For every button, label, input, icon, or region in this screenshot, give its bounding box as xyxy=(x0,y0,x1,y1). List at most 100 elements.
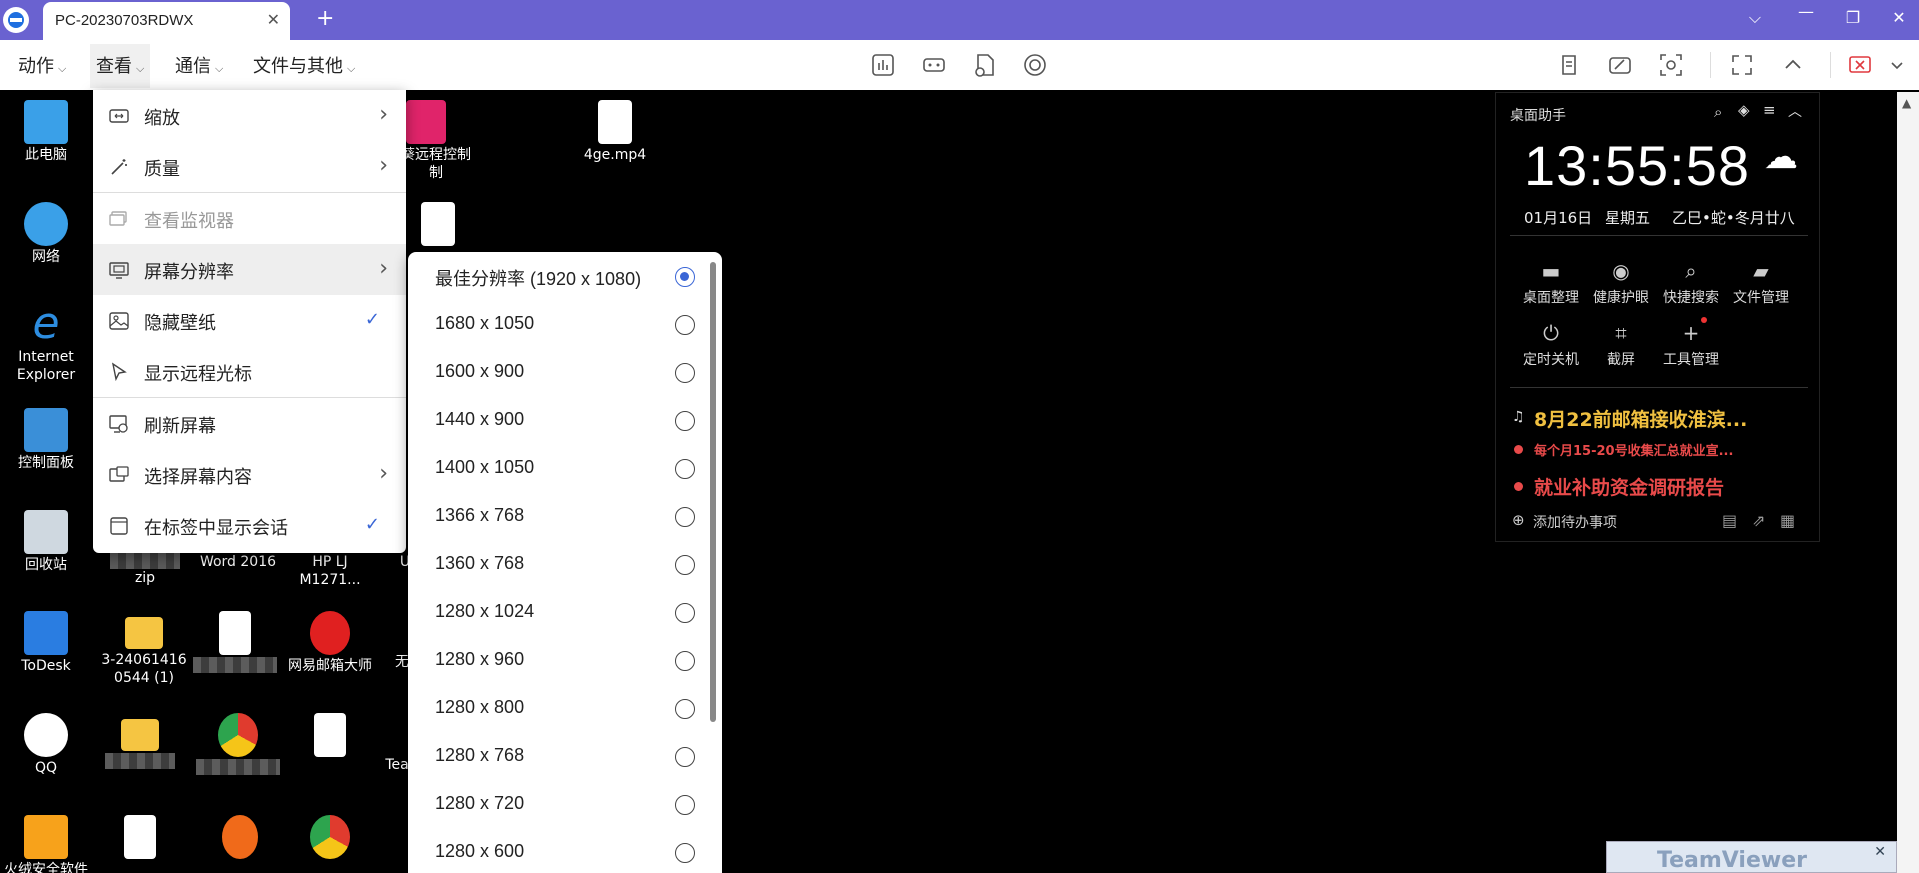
close-window-icon[interactable]: ✕ xyxy=(1887,8,1911,27)
desktop-icon-network[interactable]: 网络 xyxy=(6,202,86,266)
tool-screenshot[interactable]: ⌗ 截屏 xyxy=(1586,321,1656,369)
remote-view-scrollbar[interactable]: ▲ xyxy=(1897,92,1919,873)
radio-button-icon[interactable] xyxy=(675,411,695,431)
session-tab[interactable]: PC-20230703RDWX ✕ xyxy=(43,2,290,40)
resolution-option[interactable]: 1280 x 600 xyxy=(408,828,708,873)
radio-button-icon[interactable] xyxy=(675,507,695,527)
desktop-icon-pdf[interactable] xyxy=(408,202,468,248)
tool-eye-care[interactable]: ◉ 健康护眼 xyxy=(1586,259,1656,307)
clipboard-icon[interactable] xyxy=(1556,52,1582,78)
desktop-icon-todesk[interactable]: ToDesk xyxy=(6,611,86,675)
tab-list-chevron-icon[interactable]: ⌵ xyxy=(1743,8,1767,28)
desktop-icon-zip[interactable]: zip xyxy=(100,553,190,587)
resolution-option[interactable]: 1280 x 1024 xyxy=(408,588,708,636)
radio-button-icon[interactable] xyxy=(675,459,695,479)
stats-icon[interactable] xyxy=(870,52,896,78)
radio-button-icon[interactable] xyxy=(675,795,695,815)
resolution-option[interactable]: 1440 x 900 xyxy=(408,396,708,444)
collapse-toolbar-icon[interactable] xyxy=(1780,52,1806,78)
resolution-option[interactable]: 1600 x 900 xyxy=(408,348,708,396)
desktop-icon-huorong[interactable]: 火绒安全软件 xyxy=(0,815,92,873)
menu-item-screen-resolution[interactable]: 屏幕分辨率 › xyxy=(93,244,406,295)
collapse-icon[interactable]: ︿ xyxy=(1788,101,1802,121)
menu-files-other[interactable]: 文件与其他 ⌵ xyxy=(253,52,355,78)
menu-item-zoom[interactable]: 缩放 › xyxy=(93,90,406,141)
todo-item-2[interactable]: 每个月15-20号收集汇总就业宣... xyxy=(1534,440,1733,459)
restore-icon[interactable]: ❐ xyxy=(1841,8,1865,27)
desktop-icon-this-pc[interactable]: 此电脑 xyxy=(6,100,86,164)
radio-button-icon[interactable] xyxy=(675,363,695,383)
resolution-option[interactable]: 1280 x 960 xyxy=(408,636,708,684)
minimize-icon[interactable]: — xyxy=(1794,2,1818,21)
resolution-option[interactable]: 1280 x 768 xyxy=(408,732,708,780)
tool-scheduled-shutdown[interactable]: ⏻ 定时关机 xyxy=(1516,321,1586,369)
resolution-option[interactable]: 1280 x 720 xyxy=(408,780,708,828)
tool-desktop-organize[interactable]: ▬ 桌面整理 xyxy=(1516,259,1586,307)
desktop-icon-mp4[interactable]: 4ge.mp4 xyxy=(575,100,655,164)
add-todo-link[interactable]: 添加待办事项 xyxy=(1533,512,1617,532)
desktop-icon-word[interactable]: Word 2016 xyxy=(193,553,283,571)
radio-button-icon[interactable] xyxy=(675,315,695,335)
menu-item-select-screen-content[interactable]: 选择屏幕内容 › xyxy=(93,449,406,500)
desktop-icon-chrome[interactable] xyxy=(193,713,283,775)
desktop-icon-qq[interactable]: QQ xyxy=(6,713,86,777)
resolution-option[interactable]: 1280 x 800 xyxy=(408,684,708,732)
desktop-icon-folder-1[interactable]: 3-24061416 0544 (1) xyxy=(96,611,192,687)
menu-item-show-remote-cursor[interactable]: 显示远程光标 xyxy=(93,346,406,397)
desktop-icon-hp[interactable]: HP LJ M1271... xyxy=(290,553,370,589)
menu-action[interactable]: 动作 ⌵ xyxy=(18,52,66,78)
menu-item-show-session-in-tab[interactable]: 在标签中显示会话 ✓ xyxy=(93,500,406,551)
cloudy-weather-icon[interactable]: ☁ xyxy=(1764,137,1798,177)
radio-button-icon[interactable] xyxy=(675,555,695,575)
desktop-icon-wps-sheet[interactable] xyxy=(100,815,180,861)
submenu-scrollbar[interactable] xyxy=(710,262,716,722)
scroll-up-icon[interactable]: ▲ xyxy=(1902,96,1911,110)
note-icon[interactable]: ▤ xyxy=(1722,511,1737,530)
fullscreen-icon[interactable] xyxy=(1729,52,1755,78)
tool-quick-search[interactable]: ⌕ 快捷搜索 xyxy=(1656,259,1726,307)
menu-communication[interactable]: 通信 ⌵ xyxy=(175,52,223,78)
qr-code-icon[interactable]: ▦ xyxy=(1780,511,1795,530)
menu-icon[interactable]: ≡ xyxy=(1763,101,1776,119)
radio-button-icon[interactable] xyxy=(675,699,695,719)
todo-item-3[interactable]: 就业补助资金调研报告 xyxy=(1534,473,1724,500)
layers-icon[interactable]: ◈ xyxy=(1738,101,1750,119)
menu-item-hide-wallpaper[interactable]: 隐藏壁纸 ✓ xyxy=(93,295,406,346)
radio-button-icon[interactable] xyxy=(675,843,695,863)
radio-button-icon[interactable] xyxy=(675,747,695,767)
share-icon[interactable]: ⇗ xyxy=(1752,511,1765,530)
desktop-icon-chrome-2[interactable] xyxy=(290,815,370,861)
power-timer-icon[interactable] xyxy=(1022,52,1048,78)
search-icon[interactable]: ⌕ xyxy=(1714,103,1722,121)
menu-item-quality[interactable]: 质量 › xyxy=(93,141,406,192)
add-circle-icon[interactable]: ⊕ xyxy=(1512,511,1525,529)
resolution-option[interactable]: 1680 x 1050 xyxy=(408,300,708,348)
close-icon[interactable]: ✕ xyxy=(1874,844,1886,860)
menu-view[interactable]: 查看 ⌵ xyxy=(90,44,151,88)
resolution-option[interactable]: 1360 x 768 xyxy=(408,540,708,588)
menu-item-refresh-screen[interactable]: 刷新屏幕 xyxy=(93,398,406,449)
tool-manage-tools[interactable]: + 工具管理 xyxy=(1656,321,1726,369)
desktop-icon-mail[interactable]: 网易邮箱大师 xyxy=(280,611,380,675)
end-session-chevron-icon[interactable] xyxy=(1884,52,1910,78)
end-session-icon[interactable] xyxy=(1847,52,1873,78)
desktop-icon-recycle-bin[interactable]: 回收站 xyxy=(6,510,86,574)
resolution-option[interactable]: 1400 x 1050 xyxy=(408,444,708,492)
remote-control-icon[interactable] xyxy=(921,52,947,78)
radio-button-icon[interactable] xyxy=(675,603,695,623)
radio-button-icon[interactable] xyxy=(675,267,695,287)
tool-file-manage[interactable]: ▰ 文件管理 xyxy=(1726,259,1796,307)
resolution-option[interactable]: 1366 x 768 xyxy=(408,492,708,540)
radio-button-icon[interactable] xyxy=(675,651,695,671)
desktop-icon-et[interactable] xyxy=(290,713,370,759)
todo-item-1[interactable]: 8月22前邮箱接收淮滨... xyxy=(1534,405,1747,432)
new-tab-icon[interactable]: + xyxy=(316,6,334,31)
desktop-icon-word-doc[interactable] xyxy=(190,611,280,673)
desktop-icon-folder-2[interactable] xyxy=(100,713,180,769)
resolution-option[interactable]: 最佳分辨率 (1920 x 1080) xyxy=(408,252,708,300)
annotate-icon[interactable] xyxy=(1607,52,1633,78)
desktop-icon-control-panel[interactable]: 控制面板 xyxy=(6,408,86,472)
file-transfer-icon[interactable] xyxy=(972,52,998,78)
desktop-icon-app[interactable] xyxy=(200,815,280,861)
close-tab-icon[interactable]: ✕ xyxy=(267,10,280,29)
